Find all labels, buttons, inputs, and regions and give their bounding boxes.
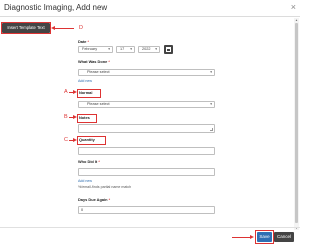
resize-handle-icon[interactable] (210, 128, 213, 131)
annotation-arrow-b (69, 115, 77, 119)
save-button[interactable]: Save (257, 232, 272, 242)
chevron-down-icon: ▾ (155, 47, 157, 51)
calendar-icon (166, 47, 171, 52)
notes-textarea[interactable] (78, 124, 215, 133)
notes-label: Notes (79, 115, 90, 120)
who-did-it-add-new-link[interactable]: Add new (78, 179, 92, 184)
days-due-again-label: Days Due Again * (78, 197, 111, 202)
chevron-down-icon: ▾ (210, 70, 212, 74)
normal-select[interactable]: Please select ▾ (78, 101, 215, 108)
date-label: Date * (78, 39, 90, 44)
chevron-down-icon: ▾ (130, 47, 132, 51)
what-was-done-select[interactable]: Please select ▾ (78, 69, 215, 76)
who-did-it-hint: %/email-finds partial name match (78, 185, 132, 189)
annotation-arrow-a (69, 90, 77, 94)
chevron-down-icon: ▾ (210, 102, 212, 106)
annotation-arrow-save (232, 235, 254, 239)
annotation-label-b: B (64, 114, 68, 120)
scrollbar-thumb[interactable] (295, 23, 298, 223)
annotation-label-a: A (64, 89, 68, 95)
annotation-box-d (1, 22, 51, 34)
dialog-title: Diagnostic Imaging, Add new (4, 3, 108, 12)
annotation-arrow-c (69, 138, 77, 142)
cancel-button[interactable]: Cancel (274, 232, 294, 242)
chevron-down-icon: ▾ (108, 47, 110, 51)
what-was-done-add-new-link[interactable]: Add new (78, 79, 92, 84)
normal-label: Normal (79, 90, 93, 95)
days-due-again-input[interactable]: 0 (78, 206, 215, 214)
who-did-it-label: Who Did It * (78, 159, 100, 164)
date-year-select[interactable]: 2022 ▾ (138, 46, 160, 53)
quantity-input[interactable] (78, 147, 215, 155)
date-day-select[interactable]: 17 ▾ (116, 46, 135, 53)
date-month-select[interactable]: February ▾ (78, 46, 113, 53)
dialog-footer: Save Cancel (0, 227, 300, 244)
vertical-scrollbar[interactable]: ▲ ▼ (294, 18, 299, 230)
annotation-label-c: C (64, 137, 68, 143)
dialog-titlebar: Diagnostic Imaging, Add new × (0, 0, 300, 17)
annotation-arrow-d (51, 26, 74, 30)
scroll-up-icon[interactable]: ▲ (294, 18, 299, 22)
close-icon[interactable]: × (291, 2, 296, 12)
what-was-done-label: What Was Done * (78, 59, 110, 64)
annotation-label-d: D (79, 25, 83, 31)
calendar-button[interactable] (164, 45, 173, 54)
who-did-it-input[interactable] (78, 168, 215, 176)
quantity-label: Quantity (79, 137, 95, 142)
